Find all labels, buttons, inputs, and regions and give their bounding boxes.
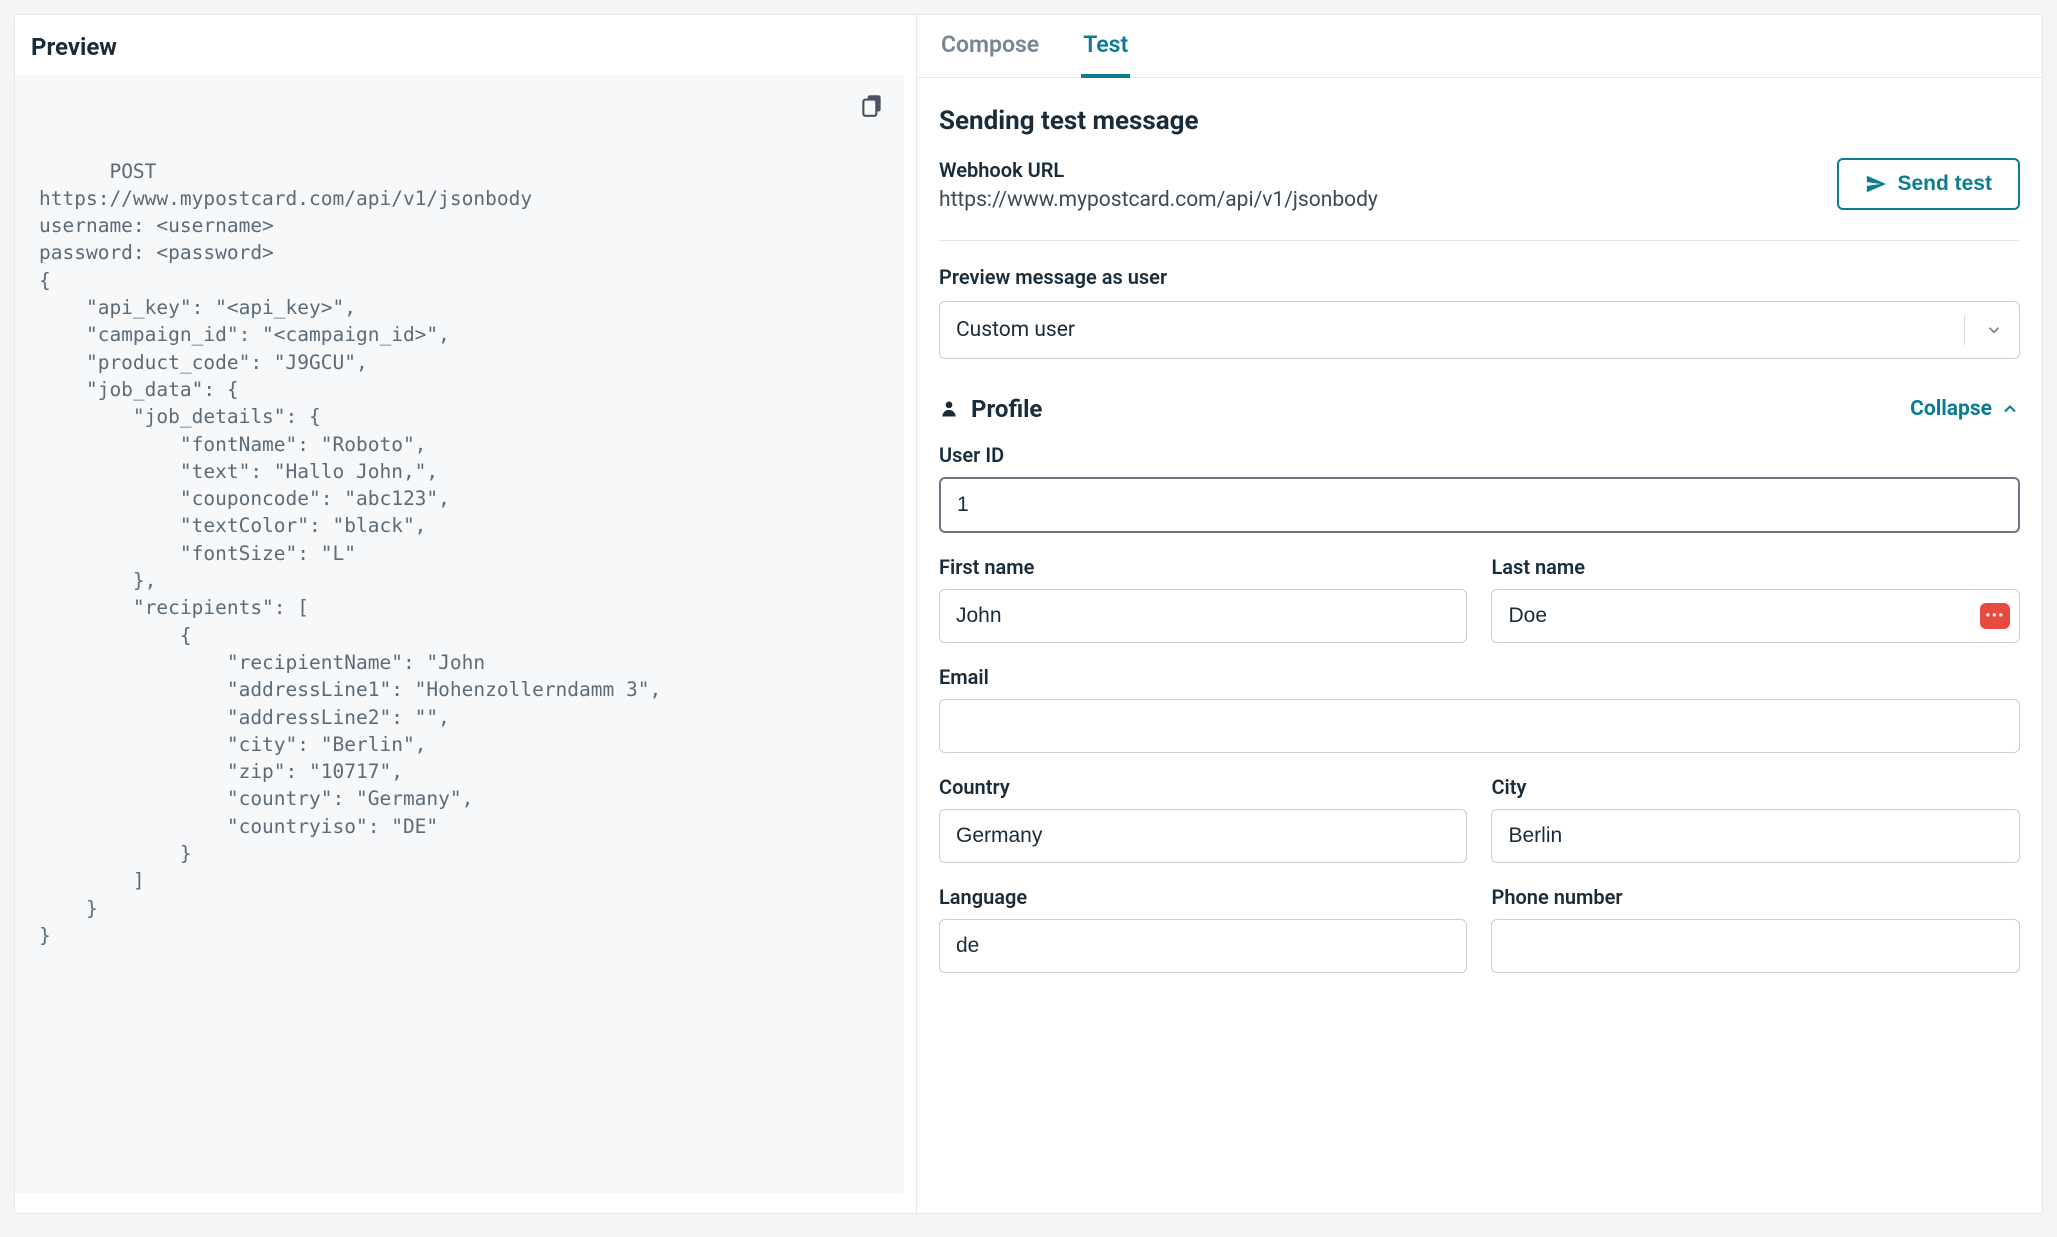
code-content: POST https://www.mypostcard.com/api/v1/j… (39, 160, 661, 947)
app-container: Preview POST https://www.mypostcard.com/… (14, 14, 2043, 1214)
last-name-input[interactable] (1491, 589, 2020, 643)
phone-label: Phone number (1491, 885, 2020, 909)
test-panel: Compose Test Sending test message Webhoo… (917, 15, 2042, 1213)
user-icon (939, 399, 959, 419)
send-test-label: Send test (1897, 172, 1992, 196)
field-last-name: Last name ••• (1491, 555, 2020, 643)
preview-title: Preview (15, 15, 916, 75)
first-name-label: First name (939, 555, 1467, 579)
field-city: City (1491, 775, 2020, 863)
test-content: Sending test message Webhook URL https:/… (917, 78, 2042, 993)
collapse-button[interactable]: Collapse (1910, 397, 2020, 421)
preview-user-label: Preview message as user (939, 265, 2020, 289)
phone-input[interactable] (1491, 919, 2020, 973)
first-name-input[interactable] (939, 589, 1467, 643)
tab-test[interactable]: Test (1081, 31, 1130, 78)
ellipsis-badge[interactable]: ••• (1980, 603, 2010, 629)
field-first-name: First name (939, 555, 1467, 643)
city-input[interactable] (1491, 809, 2020, 863)
email-label: Email (939, 665, 2020, 689)
user-id-input[interactable] (939, 477, 2020, 533)
chevron-up-icon (2000, 399, 2020, 419)
send-test-button[interactable]: Send test (1837, 158, 2020, 210)
copy-button[interactable] (858, 91, 886, 119)
field-phone: Phone number (1491, 885, 2020, 973)
preview-user-selected: Custom user (956, 318, 1075, 342)
country-input[interactable] (939, 809, 1467, 863)
country-label: Country (939, 775, 1467, 799)
profile-header: Profile Collapse (939, 395, 2020, 423)
collapse-label: Collapse (1910, 397, 1992, 421)
copy-icon (859, 92, 885, 118)
field-country: Country (939, 775, 1467, 863)
city-label: City (1491, 775, 2020, 799)
preview-panel: Preview POST https://www.mypostcard.com/… (15, 15, 917, 1213)
code-preview: POST https://www.mypostcard.com/api/v1/j… (15, 75, 904, 1193)
field-user-id: User ID (939, 443, 2020, 533)
field-email: Email (939, 665, 2020, 753)
chevron-down-icon (1964, 315, 2003, 345)
preview-user-select[interactable]: Custom user (939, 301, 2020, 359)
field-language: Language (939, 885, 1467, 973)
profile-form: User ID First name Last name ••• Email (939, 443, 2020, 973)
webhook-label: Webhook URL (939, 158, 1817, 182)
sending-title: Sending test message (939, 106, 2020, 136)
language-label: Language (939, 885, 1467, 909)
tabs: Compose Test (917, 15, 2042, 78)
last-name-label: Last name (1491, 555, 2020, 579)
language-input[interactable] (939, 919, 1467, 973)
user-id-label: User ID (939, 443, 2020, 467)
webhook-row: Webhook URL https://www.mypostcard.com/a… (939, 158, 2020, 212)
send-icon (1865, 173, 1887, 195)
profile-title: Profile (939, 395, 1042, 423)
tab-compose[interactable]: Compose (939, 31, 1041, 78)
webhook-url: https://www.mypostcard.com/api/v1/jsonbo… (939, 188, 1817, 212)
divider (939, 240, 2020, 241)
email-input[interactable] (939, 699, 2020, 753)
